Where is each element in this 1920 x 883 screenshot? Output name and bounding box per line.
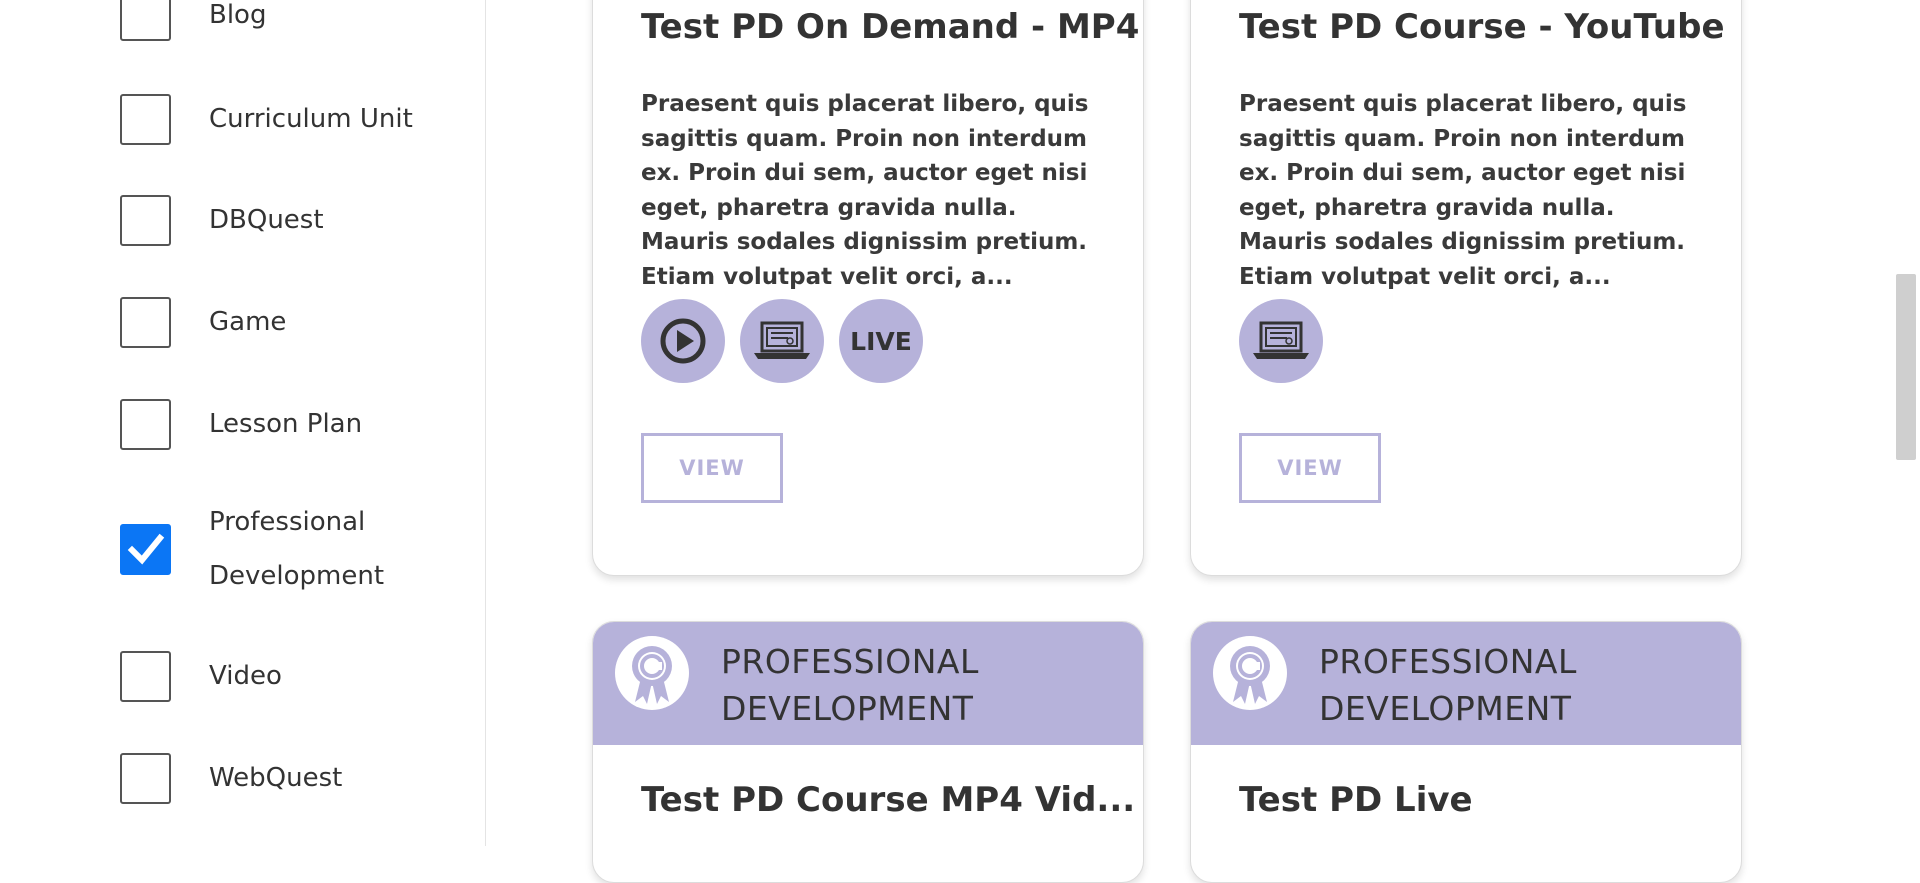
filter-label: Blog <box>209 0 267 30</box>
checkbox[interactable] <box>120 398 171 450</box>
laptop-icon <box>740 299 824 383</box>
checkbox-checked[interactable] <box>120 523 171 575</box>
card-description: Praesent quis placerat libero, quis sagi… <box>1239 91 1687 290</box>
filter-professional-development[interactable]: Professional Development <box>120 495 439 603</box>
filter-blog[interactable]: Blog <box>120 0 439 42</box>
resource-card: PROFESSIONAL DEVELOPMENT Test PD Live <box>1190 621 1742 883</box>
view-button[interactable]: VIEW <box>641 433 783 503</box>
filter-label: WebQuest <box>209 763 343 793</box>
filter-label: Video <box>209 661 282 691</box>
resource-card: PROFESSIONAL DEVELOPMENT Test PD Course … <box>592 621 1144 883</box>
card-title: Test PD Course - YouTube <box>1239 7 1725 47</box>
resource-card: Test PD On Demand - MP4 Praesent quis pl… <box>592 0 1144 576</box>
card-title: Test PD Live <box>1239 780 1473 820</box>
filter-label: Game <box>209 307 287 337</box>
card-category-header: PROFESSIONAL DEVELOPMENT <box>1191 622 1741 745</box>
format-icons <box>1239 299 1323 383</box>
card-title: Test PD Course MP4 Vid... <box>641 780 1136 820</box>
filter-video[interactable]: Video <box>120 649 439 703</box>
play-icon <box>641 299 725 383</box>
card-description: Praesent quis placerat libero, quis sagi… <box>641 91 1089 290</box>
filter-game[interactable]: Game <box>120 295 439 349</box>
filter-lesson-plan[interactable]: Lesson Plan <box>120 397 439 451</box>
view-button[interactable]: VIEW <box>1239 433 1381 503</box>
card-category-label: PROFESSIONAL DEVELOPMENT <box>1319 642 1577 728</box>
filter-label: Professional Development <box>209 507 385 591</box>
checkbox[interactable] <box>120 650 171 702</box>
checkbox[interactable] <box>120 0 171 41</box>
filter-dbquest[interactable]: DBQuest <box>120 193 439 247</box>
scrollbar-thumb[interactable] <box>1896 274 1916 460</box>
filter-label: Lesson Plan <box>209 409 363 439</box>
checkbox[interactable] <box>120 752 171 804</box>
filter-webquest[interactable]: WebQuest <box>120 751 439 805</box>
filter-label: DBQuest <box>209 205 324 235</box>
checkbox[interactable] <box>120 194 171 246</box>
card-title: Test PD On Demand - MP4 <box>641 7 1140 47</box>
card-category-label: PROFESSIONAL DEVELOPMENT <box>721 642 979 728</box>
checkbox[interactable] <box>120 296 171 348</box>
filter-label: Curriculum Unit <box>209 104 413 134</box>
live-label: LIVE <box>850 326 912 356</box>
checkmark-icon <box>127 533 164 565</box>
format-icons: LIVE <box>641 299 923 383</box>
filter-sidebar: Blog Curriculum Unit DBQuest Game Lesson… <box>0 0 486 846</box>
live-icon: LIVE <box>839 299 923 383</box>
laptop-icon <box>1239 299 1323 383</box>
resource-card: Test PD Course - YouTube Praesent quis p… <box>1190 0 1742 576</box>
award-ribbon-icon <box>615 636 689 710</box>
award-ribbon-icon <box>1213 636 1287 710</box>
card-category-header: PROFESSIONAL DEVELOPMENT <box>593 622 1143 745</box>
filter-curriculum-unit[interactable]: Curriculum Unit <box>120 92 439 146</box>
checkbox[interactable] <box>120 93 171 145</box>
